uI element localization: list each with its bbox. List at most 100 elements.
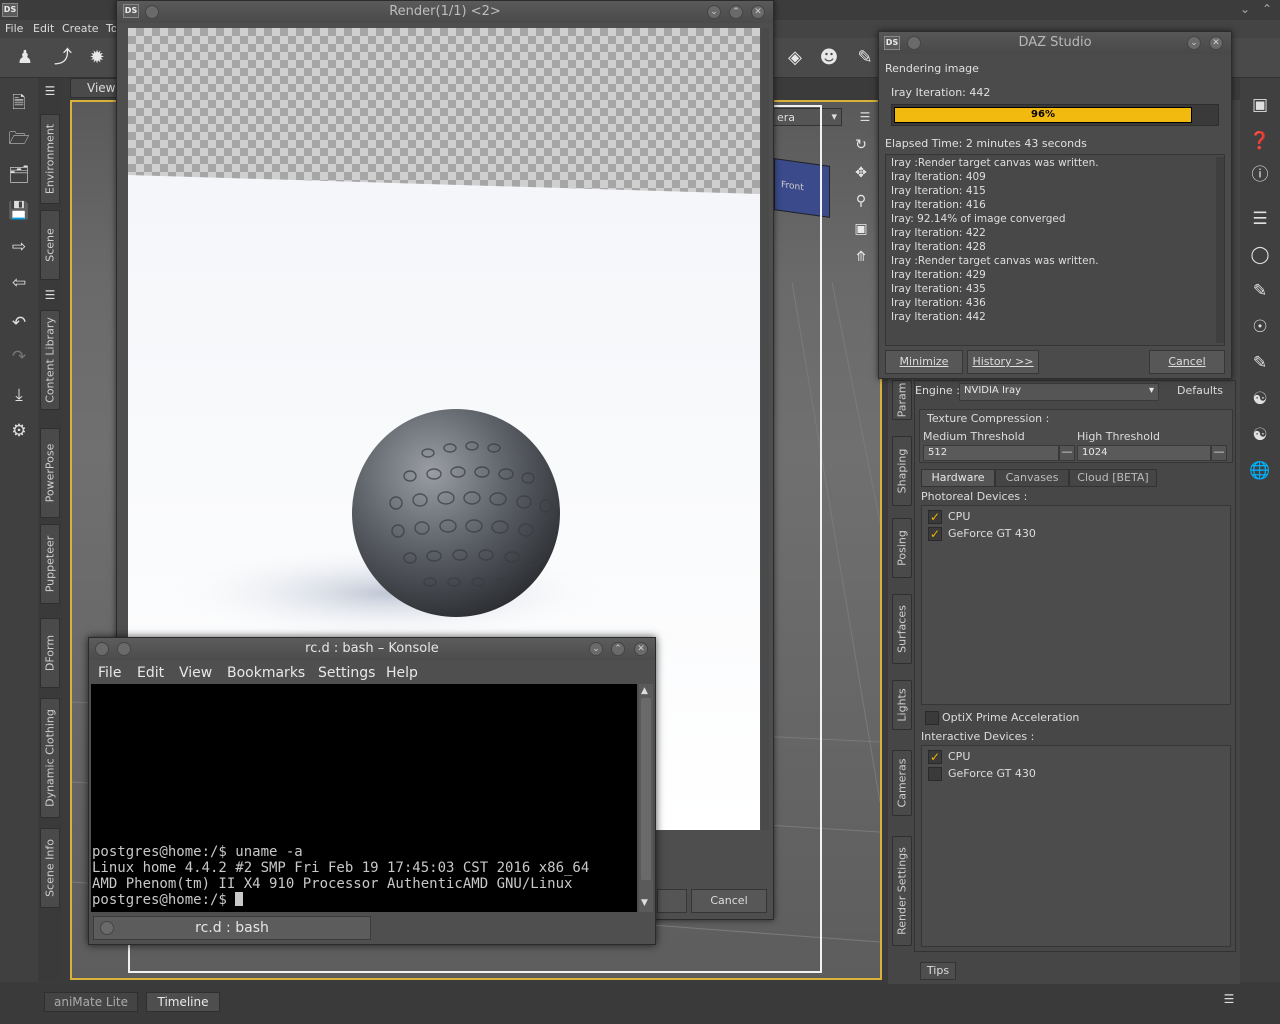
drop-to-floor-icon[interactable]: ⤓ (6, 382, 32, 408)
figure-pose-icon[interactable]: ☻ (816, 45, 842, 71)
viewport-menu-icon[interactable]: ☰ (856, 110, 874, 124)
konsole-menu-bookmarks[interactable]: Bookmarks (227, 665, 305, 681)
high-threshold-slider[interactable]: — (1211, 445, 1227, 461)
defaults-button[interactable]: Defaults (1177, 384, 1223, 397)
tab-render-settings[interactable]: Render Settings (892, 836, 912, 946)
cancel-button[interactable]: Cancel (1149, 350, 1225, 374)
tab-cameras[interactable]: Cameras (892, 750, 912, 816)
render-cancel-button[interactable]: Cancel (691, 889, 767, 913)
tab-content-library[interactable]: Content Library (40, 310, 60, 410)
redo-icon[interactable]: ↷ (6, 344, 32, 370)
window-menu-icon[interactable] (145, 5, 159, 19)
subtab-cloud[interactable]: Cloud [BETA] (1069, 469, 1157, 487)
zoom-icon[interactable]: ⚲ (848, 188, 874, 214)
menu-edit[interactable]: Edit (33, 22, 54, 35)
geometry-editor-icon[interactable]: ✎ (1246, 278, 1274, 304)
photoreal-gpu-checkbox[interactable]: ✓ (928, 527, 942, 541)
tab-posing[interactable]: Posing (892, 518, 912, 578)
tab-parameters[interactable]: Param (892, 380, 912, 420)
konsole-app-icon[interactable] (95, 642, 109, 656)
medium-threshold-slider[interactable]: — (1059, 445, 1075, 461)
tab-powerpose[interactable]: PowerPose (40, 428, 60, 518)
minimize-icon[interactable]: ⌄ (707, 5, 721, 19)
photoreal-cpu-checkbox[interactable]: ✓ (928, 510, 942, 524)
maximize-icon[interactable]: ⌃ (729, 5, 743, 19)
scroll-up-icon[interactable]: ▲ (641, 686, 648, 696)
subtab-hardware[interactable]: Hardware (921, 469, 995, 487)
tab-puppeteer[interactable]: Puppeteer (40, 524, 60, 604)
minimize-icon[interactable]: ⌄ (589, 642, 603, 656)
tab-shaping[interactable]: Shaping (892, 436, 912, 506)
konsole-menu-view[interactable]: View (179, 665, 212, 681)
world-icon[interactable]: 🌐 (1246, 458, 1274, 484)
menu-tools[interactable]: Tools (106, 22, 116, 35)
open-file-icon[interactable]: 🗁 (6, 126, 32, 152)
surface-tool-icon[interactable]: ◈ (782, 45, 808, 71)
engine-select[interactable]: NVIDIA Iray ▾ (959, 383, 1159, 401)
konsole-menu-edit[interactable]: Edit (137, 665, 164, 681)
product-icon[interactable]: ⚙ (6, 418, 32, 444)
optix-checkbox[interactable]: ✓ (925, 711, 939, 725)
menu-file[interactable]: File (5, 22, 23, 35)
konsole-menu-settings[interactable]: Settings (318, 665, 375, 681)
terminal-output[interactable]: postgres@home:/$ uname -a Linux home 4.4… (91, 684, 637, 912)
pane-menu-icon[interactable]: ☰ (41, 84, 59, 98)
close-icon[interactable]: ✕ (1209, 36, 1223, 50)
pane-menu-icon-2[interactable]: ☰ (41, 288, 59, 302)
interactive-cpu-checkbox[interactable]: ✓ (928, 750, 942, 764)
export-icon[interactable]: ⇦ (6, 270, 32, 296)
orbit-icon[interactable]: ↻ (848, 132, 874, 158)
minimize-button[interactable]: Minimize (885, 350, 963, 374)
konsole-session-tab[interactable]: rc.d : bash (93, 916, 371, 940)
tab-timeline[interactable]: Timeline (146, 992, 220, 1012)
node-weight-icon[interactable]: ☉ (1246, 314, 1274, 340)
close-icon[interactable]: ✕ (751, 5, 765, 19)
save-icon[interactable]: 💾 (6, 198, 32, 224)
help-tip-icon[interactable]: ❓ (1246, 128, 1274, 154)
brush-tool-icon[interactable]: ✎ (852, 45, 878, 71)
frame-icon[interactable]: ▣ (848, 216, 874, 242)
tab-environment[interactable]: Environment (40, 114, 60, 204)
tips-tab[interactable]: Tips (920, 962, 956, 980)
log-scrollbar[interactable] (1216, 157, 1224, 343)
subtab-canvases[interactable]: Canvases (995, 469, 1069, 487)
terminal-scrollbar[interactable]: ▲ ▼ (639, 684, 653, 912)
chevron-up-icon[interactable]: ⌃ (1262, 2, 1272, 16)
terminal-scroll-thumb[interactable] (641, 698, 651, 880)
undo-icon[interactable]: ↶ (6, 310, 32, 336)
interactive-gpu-checkbox[interactable]: ✓ (928, 767, 942, 781)
spot-light-icon[interactable]: ✹ (84, 45, 110, 71)
merge-file-icon[interactable]: 🗂 (6, 162, 32, 188)
pose-tool-icon[interactable]: ☯ (1246, 386, 1274, 412)
menu-create[interactable]: Create (62, 22, 99, 35)
tab-surfaces[interactable]: Surfaces (892, 594, 912, 664)
tab-lights[interactable]: Lights (892, 680, 912, 730)
pan-icon[interactable]: ✥ (848, 160, 874, 186)
new-file-icon[interactable]: 🗎 (6, 90, 32, 116)
history-button[interactable]: History >> (967, 350, 1039, 374)
high-threshold-input[interactable]: 1024 (1077, 445, 1211, 461)
konsole-menu-help[interactable]: Help (386, 665, 418, 681)
figure-node-icon[interactable]: ♟ (12, 45, 38, 71)
close-icon[interactable]: ✕ (634, 642, 648, 656)
tab-scene-info[interactable]: Scene Info (40, 828, 60, 908)
import-icon[interactable]: ⇨ (6, 234, 32, 260)
window-menu-icon[interactable] (907, 36, 921, 50)
tab-scene[interactable]: Scene (40, 210, 60, 280)
daz-connect-icon[interactable]: ▣ (1246, 92, 1274, 118)
medium-threshold-input[interactable]: 512 (923, 445, 1059, 461)
universal-tool-icon[interactable]: ◯ (1246, 242, 1274, 268)
active-pose-icon[interactable]: ☯ (1246, 422, 1274, 448)
minimize-icon[interactable]: ⌄ (1187, 36, 1201, 50)
reset-view-icon[interactable]: ⤊ (848, 244, 874, 270)
bottom-pane-menu-icon[interactable]: ☰ (1220, 992, 1238, 1006)
chevron-down-icon[interactable]: ⌄ (1240, 2, 1250, 16)
joint-tool-icon[interactable]: ⤴ (50, 45, 76, 71)
tab-dynamic-clothing[interactable]: Dynamic Clothing (40, 698, 60, 818)
align-icon[interactable]: ☰ (1246, 206, 1274, 232)
maximize-icon[interactable]: ⌃ (611, 642, 625, 656)
tab-animate-lite[interactable]: aniMate Lite (44, 992, 138, 1012)
konsole-menu-file[interactable]: File (98, 665, 121, 681)
scroll-down-icon[interactable]: ▼ (641, 898, 648, 908)
help-icon[interactable]: ⓘ (1246, 162, 1274, 188)
